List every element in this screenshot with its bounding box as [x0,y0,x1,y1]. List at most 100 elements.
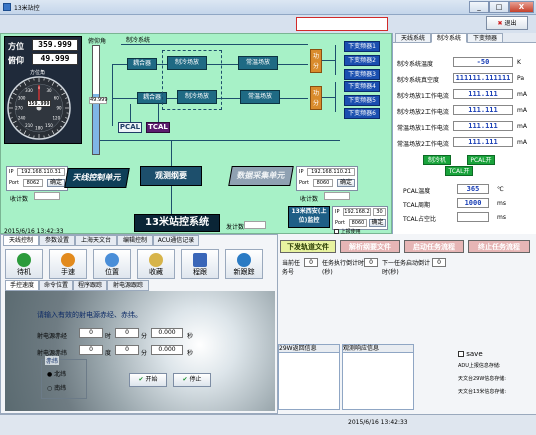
dec-minute-input[interactable]: 0 [115,345,139,355]
downconverter-1[interactable]: 下变频器1 [344,41,380,52]
globe-icon [237,253,251,267]
port-input-b[interactable]: 8060 [313,179,333,187]
subtab-program-track[interactable]: 程序跟踪 [73,280,107,291]
minimize-button[interactable]: _ [469,1,489,13]
tab-edit-control[interactable]: 编辑控制 [117,235,153,246]
save-checkbox[interactable]: save [458,350,483,358]
room-amp2-current-value: 111.111 [453,137,513,147]
subtab-radio-source[interactable]: 射电源跟踪 [107,280,149,291]
power-divider-2[interactable]: 功分 [310,86,322,110]
ip-label-a: IP [9,169,14,175]
29w-log-label: 天文台29W信息存储: [458,376,506,382]
dec-group-label: 赤纬 [45,356,60,365]
antenna-control-unit[interactable]: 天线控制单元 [64,168,130,188]
dish-icon [149,253,163,267]
position-button[interactable]: 位置 [93,249,131,279]
ip-input-b[interactable]: 192.168.110.21 [307,168,355,176]
ip-input-c[interactable]: 192.168.2 [343,208,371,216]
ok-button-b[interactable]: 确定 [337,179,355,187]
send-count-label: 发计数 [226,224,245,231]
pcal-block[interactable]: PCAL [118,122,142,133]
recv-count-b-field [324,192,350,200]
new-track-label: 新跟踪 [233,268,255,276]
power-divider-1[interactable]: 功分 [310,49,322,73]
pcal-on-button[interactable]: PCAL开 [467,155,495,165]
new-track-button[interactable]: 新跟踪 [225,249,263,279]
azimuth-dial: 0306090120150180210240270300330 [7,76,71,140]
tcal-duty-value [457,212,489,222]
tab-downconverter[interactable]: 下变频器 [467,33,503,43]
position-icon [105,253,119,267]
ra-hour-input[interactable]: 0 [79,328,103,338]
ok-button-c[interactable]: 确定 [369,219,386,227]
program-track-button[interactable]: 程跟 [181,249,219,279]
tcal-period-label: TCAL周期 [403,202,430,209]
standby-label: 待机 [17,268,31,276]
start-task-button[interactable]: 启动任务流程 [404,240,464,253]
tab-antenna[interactable]: 天线系统 [395,33,431,43]
downconverter-4[interactable]: 下变频器4 [344,81,380,92]
tcal-block[interactable]: TCAL [146,122,170,133]
dial-tick-label: 270 [15,106,23,111]
dec-second-input[interactable]: 0.000 [151,345,183,355]
downconverter-5[interactable]: 下变频器5 [344,95,380,106]
ra-second-input[interactable]: 0.000 [151,328,183,338]
send-orbit-file-button[interactable]: 下发轨道文件 [280,240,336,253]
parse-outline-button[interactable]: 解析纲要文件 [340,240,400,253]
coupler-1[interactable]: 耦合器 [127,58,157,70]
recv-count-a: 收计数 [10,196,29,203]
ip-input-a[interactable]: 192.168.110.31 [17,168,65,176]
cooled-amp1-current-label: 制冷场放1工作电流 [397,93,449,100]
dial-tick-label: 240 [18,116,26,121]
power-icon [17,253,31,267]
stow-button[interactable]: 收藏 [137,249,175,279]
start-button[interactable]: ✔ 开始 [129,373,167,387]
tab-refrigeration[interactable]: 制冷系统 [431,33,467,43]
port-input-a[interactable]: 8062 [23,179,43,187]
stop-button[interactable]: ✔ 停止 [173,373,211,387]
tcal-on-button[interactable]: TCAL开 [445,166,473,176]
tcal-period-value: 1000 [457,198,489,208]
task-countdown-value: 0 [364,258,378,267]
standby-button[interactable]: 待机 [5,249,43,279]
tab-params[interactable]: 参数设置 [39,235,75,246]
north-radio[interactable]: ● 北纬 [47,369,66,378]
tab-observatory[interactable]: 上海天文台 [75,235,117,246]
tab-acu-log[interactable]: ACU通信记录 [153,235,199,246]
dial-tick-label: 60 [54,96,60,101]
tab-antenna-control[interactable]: 天线控制 [3,235,39,246]
downconverter-6[interactable]: 下变频器6 [344,108,380,119]
manual-speed-button[interactable]: 手速 [49,249,87,279]
south-label: 南纬 [54,385,67,392]
elevation-label: 俯仰 [8,56,24,65]
downconverter-3[interactable]: 下变频器3 [344,69,380,80]
port-label-c: Port [335,220,345,226]
top-bar [0,15,536,33]
room-amp-2[interactable]: 常温场放 [240,90,280,104]
current-task-value: 0 [304,258,318,267]
downconverter-2[interactable]: 下变频器2 [344,55,380,66]
dec-degree-input[interactable]: 0 [79,345,103,355]
obs-line [171,140,172,166]
room-amp-1[interactable]: 常温场放 [238,56,278,70]
ip-input-c2[interactable]: 30 [373,208,386,216]
stop-task-button[interactable]: 终止任务流程 [468,240,530,253]
remote-monitor-unit[interactable]: 13米西安(上位)监控 [288,206,330,228]
ra-minute-input[interactable]: 0 [115,328,139,338]
subtab-command-position[interactable]: 命令位置 [39,280,73,291]
exit-button[interactable]: ✖ 退出 [486,16,528,30]
data-acquisition-unit[interactable]: 数据采集单元 [228,166,294,186]
check-icon: ✔ [182,376,188,383]
observation-outline[interactable]: 观测纲要 [140,166,202,186]
close-button[interactable]: X [509,1,534,13]
maximize-button[interactable]: □ [489,1,509,13]
ok-button-a[interactable]: 确定 [47,179,65,187]
refrigerator-button[interactable]: 制冷机 [423,155,451,165]
south-radio[interactable]: ○ 南纬 [47,383,66,392]
adu-log-label: ADU上报信息存储: [458,363,501,369]
subtab-manual-speed[interactable]: 手控速度 [5,280,39,291]
port-input-c[interactable]: 8060 [349,219,367,227]
tcal-line [158,104,159,122]
recv-count-b: 收计数 [300,196,319,203]
div2-vline [335,82,336,112]
